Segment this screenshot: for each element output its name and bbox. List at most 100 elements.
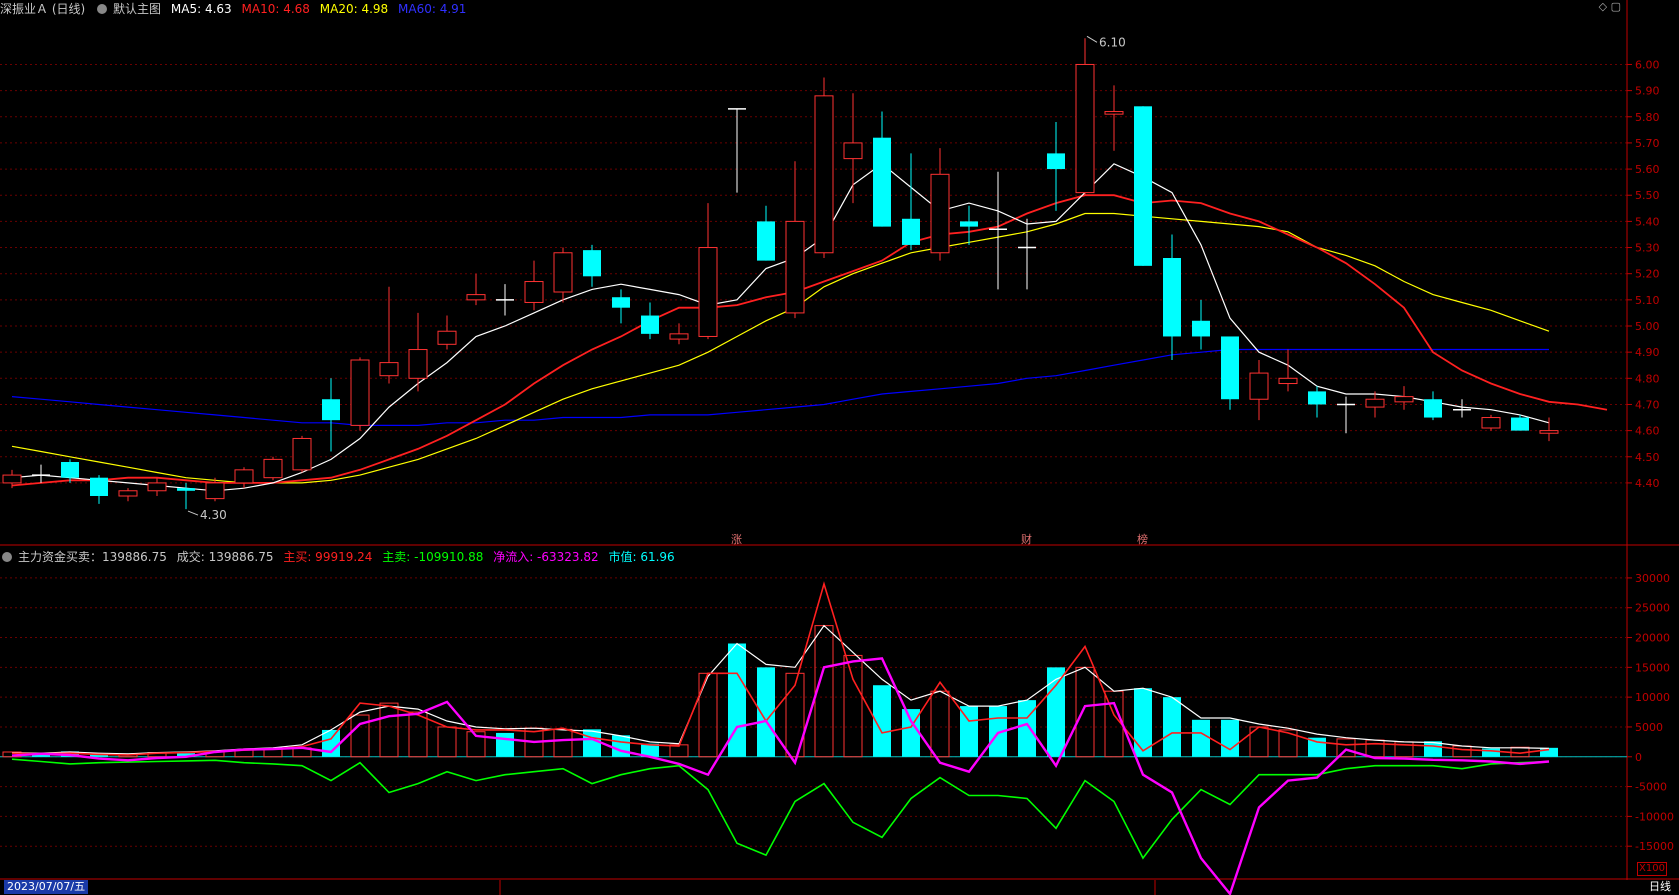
candle-body-down [1308, 391, 1326, 405]
indicator-name[interactable]: 主力资金买卖：139886.75 [18, 550, 167, 564]
candle-body-up [1365, 398, 1385, 408]
dropdown-circle-icon[interactable] [97, 4, 108, 14]
candle [902, 153, 920, 251]
candle-body-down [1134, 106, 1152, 266]
candle [379, 286, 399, 384]
candle-body-down [322, 399, 340, 421]
window-controls: ◇ ▢ [1599, 0, 1621, 13]
candle-body-up [785, 220, 805, 314]
flow-bar-down [1482, 748, 1500, 757]
price-tick-label: 5.40 [1635, 215, 1660, 228]
candle-body-up [930, 173, 950, 254]
flow-bar-up [930, 690, 950, 758]
period-button[interactable]: 日线 [1649, 880, 1671, 894]
price-tick-label: 4.70 [1635, 398, 1660, 411]
ma5-value: MA5: 4.63 [170, 2, 232, 16]
candle-body-up [205, 482, 225, 500]
candle-body-up [2, 474, 22, 484]
flow-bar-down [728, 643, 746, 757]
indicator-tick-label: 5000 [1635, 721, 1663, 734]
candle-body-up [1278, 377, 1298, 385]
candle-body-up [1394, 396, 1414, 403]
candle [147, 477, 167, 496]
candle [1394, 386, 1414, 410]
candle [322, 378, 340, 452]
candle-body-down [1047, 153, 1065, 170]
buy-value: 主买: 99919.24 [283, 550, 373, 564]
candle [1481, 414, 1501, 431]
candle [1337, 396, 1355, 434]
ma10-line [11, 194, 1608, 487]
candle [90, 475, 108, 504]
event-marker: 财 [1021, 532, 1032, 546]
price-tick-label: 5.90 [1635, 85, 1660, 98]
price-tick-label: 5.00 [1635, 320, 1660, 333]
flow-bar-down [1163, 697, 1181, 757]
indicator-header: 主力资金买卖：139886.75 成交: 139886.75 主买: 99919… [0, 548, 681, 566]
ma60-line [11, 348, 1549, 426]
candle-body-up [118, 490, 138, 497]
indicator-tick-label: 0 [1635, 751, 1642, 764]
candle-body-down [1192, 320, 1210, 337]
candle-body-up [292, 437, 312, 471]
flow-bar-up [698, 672, 718, 758]
dropdown-circle-icon[interactable] [2, 552, 12, 562]
stock-name[interactable]: 深振业Ａ (日线) [0, 2, 85, 16]
buy-line [11, 581, 1550, 756]
candle-body-down [641, 315, 659, 334]
candle [669, 323, 689, 345]
annotation-label: 4.30 [200, 508, 227, 522]
candle [350, 357, 370, 431]
candle [1308, 386, 1326, 418]
candle-body-up [1539, 430, 1559, 434]
flow-bar-up [553, 728, 573, 758]
price-tick-label: 5.20 [1635, 268, 1660, 281]
candle-body-up [408, 349, 428, 379]
ma20-line [11, 212, 1550, 484]
ma10-value: MA10: 4.68 [241, 2, 310, 16]
candle-body-up [524, 281, 544, 303]
net-value: 净流入: -63323.82 [493, 550, 599, 564]
sell-value: 主卖: -109910.88 [382, 550, 484, 564]
candle [930, 148, 950, 261]
price-tick-label: 4.50 [1635, 451, 1660, 464]
chart-stage: 4.40 4.50 4.60 4.70 4.80 4.90 5.00 5.10 5.20 5.30… [0, 0, 1679, 895]
candle-body-down [1511, 417, 1529, 431]
scroll-up-icon[interactable]: ▢ [1611, 0, 1621, 13]
indicator-tick-label: -10000 [1635, 810, 1674, 823]
candle [1104, 85, 1124, 151]
candle [1192, 299, 1210, 350]
scale-badge: X100 [1637, 862, 1667, 876]
price-tick-label: 5.80 [1635, 111, 1660, 124]
price-tick-label: 5.50 [1635, 189, 1660, 202]
candle-body-down [583, 250, 601, 277]
candle [1075, 38, 1095, 196]
volume-value: 成交: 139886.75 [176, 550, 274, 564]
flow-bar-up [408, 711, 428, 758]
candle [785, 161, 805, 319]
flow-bar-down [583, 729, 601, 757]
diamond-icon[interactable]: ◇ [1599, 0, 1607, 13]
candle-body-up [263, 458, 283, 479]
candle [1134, 106, 1152, 266]
indicator-tick-label: -5000 [1635, 781, 1667, 794]
moving-average-lines [11, 163, 1608, 492]
flow-bar-up [379, 702, 399, 758]
candle [32, 464, 50, 483]
price-tick-label: 5.60 [1635, 163, 1660, 176]
chart-title[interactable]: 默认主图 [113, 2, 161, 16]
candle [1365, 391, 1385, 418]
price-tick-label: 4.60 [1635, 425, 1660, 438]
indicator-tick-label: 10000 [1635, 691, 1670, 704]
candle [1163, 234, 1181, 360]
flow-bar-up [1075, 666, 1095, 758]
candle [873, 111, 891, 227]
candle [1453, 399, 1471, 418]
candle [177, 482, 195, 510]
candle-body-up [814, 95, 834, 254]
flow-bar-down [1192, 719, 1210, 757]
flow-bar-down [496, 732, 514, 757]
price-tick-label: 5.30 [1635, 242, 1660, 255]
flow-bar-up [1278, 729, 1298, 758]
candle [641, 302, 659, 340]
